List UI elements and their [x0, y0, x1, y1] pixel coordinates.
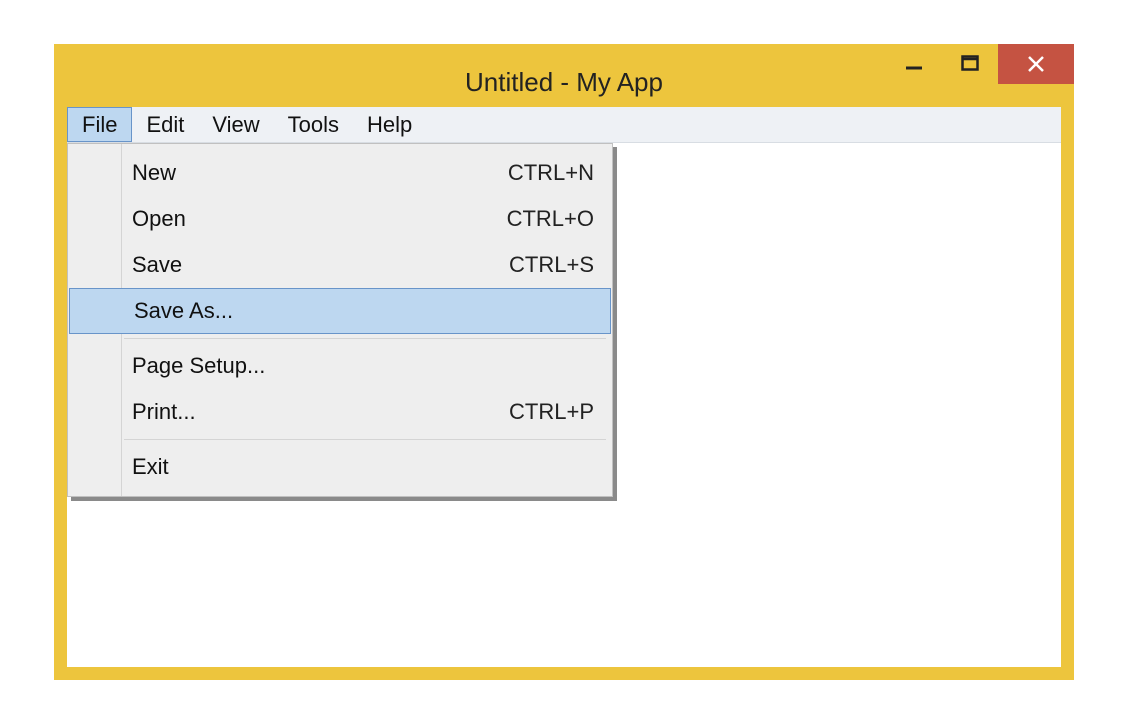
file-dropdown: New CTRL+N Open CTRL+O Save CTRL+S Save … [67, 143, 613, 497]
file-save[interactable]: Save CTRL+S [68, 242, 612, 288]
menu-entry-label: Print... [132, 399, 509, 425]
menubar: File Edit View Tools Help [67, 107, 1061, 143]
menu-help[interactable]: Help [353, 107, 426, 142]
menu-tools[interactable]: Tools [274, 107, 353, 142]
menu-label: Help [367, 112, 412, 138]
close-button[interactable] [998, 44, 1074, 84]
menu-entry-shortcut: CTRL+O [507, 206, 594, 232]
close-icon [1026, 54, 1046, 74]
menu-label: View [212, 112, 259, 138]
menu-label: Edit [146, 112, 184, 138]
file-print[interactable]: Print... CTRL+P [68, 389, 612, 435]
maximize-button[interactable] [942, 44, 998, 84]
menu-file[interactable]: File [67, 107, 132, 142]
menu-entry-label: New [132, 160, 508, 186]
menu-entry-label: Open [132, 206, 507, 232]
menu-entry-label: Exit [132, 454, 594, 480]
window-title: Untitled - My App [465, 67, 663, 98]
menu-entry-label: Page Setup... [132, 353, 594, 379]
menu-entry-shortcut: CTRL+N [508, 160, 594, 186]
titlebar: Untitled - My App [67, 57, 1061, 107]
file-new[interactable]: New CTRL+N [68, 150, 612, 196]
file-exit[interactable]: Exit [68, 444, 612, 490]
menu-entry-shortcut: CTRL+P [509, 399, 594, 425]
window-controls [886, 44, 1074, 84]
menu-view[interactable]: View [198, 107, 273, 142]
menu-separator [124, 338, 606, 339]
file-save-as[interactable]: Save As... [69, 288, 611, 334]
menu-entry-label: Save [132, 252, 509, 278]
file-open[interactable]: Open CTRL+O [68, 196, 612, 242]
menu-separator [124, 439, 606, 440]
maximize-icon [961, 55, 979, 73]
app-window: Untitled - My App Fil [54, 44, 1074, 680]
file-page-setup[interactable]: Page Setup... [68, 343, 612, 389]
menu-label: Tools [288, 112, 339, 138]
minimize-button[interactable] [886, 44, 942, 84]
minimize-icon [905, 55, 923, 73]
menu-entry-shortcut: CTRL+S [509, 252, 594, 278]
menu-label: File [82, 112, 117, 138]
menu-edit[interactable]: Edit [132, 107, 198, 142]
menu-entry-label: Save As... [134, 298, 592, 324]
